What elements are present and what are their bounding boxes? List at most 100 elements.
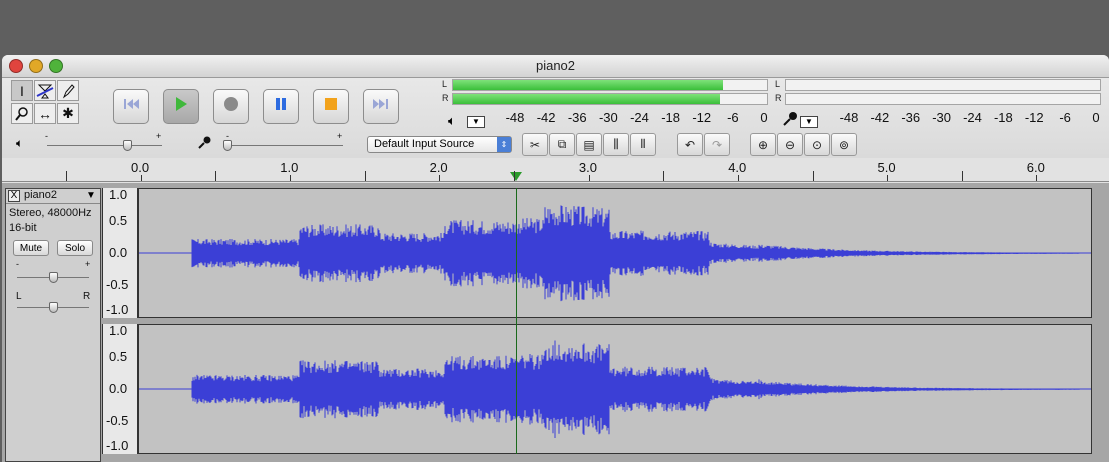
gain-minus-label: - (16, 259, 19, 269)
amp-label-neg-half: -0.5 (106, 413, 129, 428)
gain-slider-thumb[interactable] (49, 272, 58, 283)
paste-icon: ▤ (583, 137, 595, 152)
pan-left-label: L (16, 291, 22, 302)
amp-label-top: 1.0 (109, 323, 128, 338)
waveform-right (139, 340, 1091, 439)
redo-icon: ↷ (711, 137, 723, 152)
timeline-tick-label: 2.0 (429, 160, 448, 175)
zoom-in-button[interactable]: ⊕ (750, 133, 776, 156)
draw-tool-icon[interactable] (57, 80, 79, 101)
trim-icon: ⫼ (613, 137, 619, 151)
track-close-button[interactable]: X (8, 190, 20, 202)
zoom-in-icon: ⊕ (757, 137, 769, 152)
undo-button[interactable]: ↶ (677, 133, 703, 156)
record-meter-right-label: R (775, 93, 782, 103)
track-format: Stereo, 48000Hz (9, 207, 92, 219)
input-volume-slider-thumb[interactable] (223, 140, 232, 151)
amplitude-ruler-right: 1.0 0.5 0.0 -0.5 -1.0 (102, 323, 138, 454)
record-meter-scale: -48 -42 -36 -30 -24 -18 -12 -6 0 (2, 110, 1109, 128)
record-meter-tick-label: -48 (839, 110, 859, 125)
timeline-tick-label: 1.0 (280, 160, 299, 175)
input-source-value: Default Input Source (374, 138, 475, 150)
input-source-select[interactable]: Default Input Source ⇕ (367, 136, 512, 153)
window-title: piano2 (535, 58, 576, 73)
waveform-channel-right[interactable] (138, 324, 1092, 454)
timeline-tick-label: 6.0 (1026, 160, 1045, 175)
selection-tool-icon[interactable]: I (11, 80, 33, 101)
timeline-tick (663, 171, 665, 181)
playback-level-left (453, 80, 724, 90)
mute-button[interactable]: Mute (13, 240, 49, 256)
amp-label-zero: 0.0 (109, 245, 128, 260)
timeline-tick (140, 175, 142, 181)
record-meter-tick-label: -42 (870, 110, 890, 125)
input-volume-slider[interactable] (228, 145, 343, 146)
record-meter-tick-label: -6 (1059, 110, 1071, 125)
copy-icon: ⧉ (557, 137, 567, 151)
input-slider-plus-label: + (337, 131, 343, 141)
output-volume-slider-thumb[interactable] (123, 140, 132, 151)
amp-label-half: 0.5 (109, 349, 128, 364)
silence-button[interactable]: ⫴ (630, 133, 656, 156)
copy-button[interactable]: ⧉ (549, 133, 575, 156)
record-meter-tick-label: -30 (932, 110, 952, 125)
zoom-out-button[interactable]: ⊖ (777, 133, 803, 156)
pan-right-label: R (83, 291, 91, 302)
record-meter-right (785, 93, 1101, 105)
timeline-tick (513, 171, 515, 181)
solo-button[interactable]: Solo (57, 240, 93, 256)
timeline-tick-label: 0.0 (131, 160, 150, 175)
fit-project-button[interactable]: ⊚ (831, 133, 857, 156)
track-name-divider (6, 203, 100, 204)
playback-meter-left (452, 79, 768, 91)
trim-button[interactable]: ⫼ (603, 133, 629, 156)
paste-button[interactable]: ▤ (576, 133, 602, 156)
timeline-tick-label: 5.0 (877, 160, 896, 175)
record-meter-left (785, 79, 1101, 91)
scissors-icon: ✂︎ (529, 137, 541, 152)
pan-slider-thumb[interactable] (49, 302, 58, 313)
timeline-tick (737, 175, 739, 181)
play-position-marker-icon[interactable] (510, 172, 522, 181)
waveform-channel-left[interactable] (138, 188, 1092, 318)
amp-label-zero: 0.0 (109, 381, 128, 396)
timeline-tick (364, 171, 366, 181)
record-meter-tick-label: -12 (1024, 110, 1044, 125)
timeline-tick (215, 171, 217, 181)
amp-label-neg-half: -0.5 (106, 277, 129, 292)
output-volume-icon: 🔈︎ (16, 136, 24, 150)
track-menu-arrow-icon[interactable]: ▼ (86, 190, 96, 201)
redo-button[interactable]: ↷ (704, 133, 730, 156)
timeline-ruler[interactable]: 0.0 1.0 2.0 3.0 4.0 5.0 6.0 (2, 159, 1109, 182)
record-meter-tick-label: -24 (963, 110, 982, 125)
record-meter-tick-label: 0 (1092, 110, 1100, 125)
playback-meter-right-label: R (442, 93, 449, 103)
fit-project-icon: ⊚ (838, 137, 850, 152)
amp-label-bottom: -1.0 (106, 302, 129, 317)
record-meter-tick-label: -18 (993, 110, 1013, 125)
gain-plus-label: + (85, 259, 91, 269)
track-name[interactable]: piano2 (24, 189, 57, 201)
title-bar: piano2 (2, 55, 1109, 78)
undo-icon: ↶ (684, 137, 696, 152)
fit-selection-button[interactable]: ⊙ (804, 133, 830, 156)
playback-meter-left-label: L (442, 79, 448, 89)
timeline-tick (439, 175, 441, 181)
desktop: { "window": { "title": "piano2" }, "mete… (0, 0, 1109, 462)
output-volume-slider[interactable] (47, 145, 162, 146)
cut-button[interactable]: ✂︎ (522, 133, 548, 156)
track-area: X piano2 ▼ Stereo, 48000Hz 16-bit Mute S… (2, 183, 1109, 462)
amp-label-top: 1.0 (109, 187, 128, 202)
timeline-tick (1036, 175, 1038, 181)
timeline-tick (66, 171, 67, 181)
track-control-panel[interactable]: X piano2 ▼ Stereo, 48000Hz 16-bit Mute S… (5, 188, 101, 462)
timeline-tick-label: 3.0 (578, 160, 597, 175)
amp-label-bottom: -1.0 (106, 438, 129, 453)
amplitude-ruler-left: 1.0 0.5 0.0 -0.5 -1.0 (102, 187, 138, 318)
timeline-tick (812, 171, 814, 181)
input-microphone-icon (197, 136, 211, 155)
envelope-tool-icon[interactable] (34, 80, 56, 101)
toolbar: I ↔ ✱ L R 🔈︎ ▼ -48 -42 -36 -30 -24 -18 -… (2, 78, 1109, 158)
playback-level-right (453, 94, 720, 104)
track-bitdepth: 16-bit (9, 222, 37, 234)
